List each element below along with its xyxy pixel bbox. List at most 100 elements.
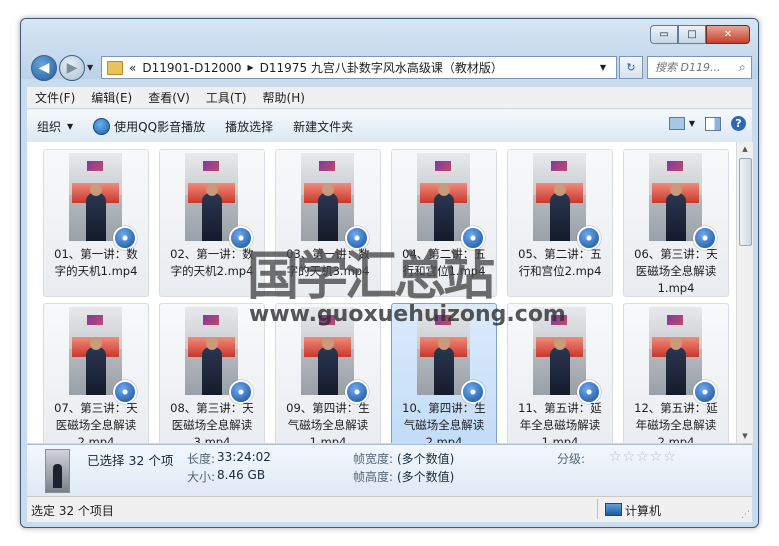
video-thumbnail — [417, 307, 470, 395]
video-thumbnail — [69, 307, 122, 395]
file-name-line: 07、第三讲：天 — [54, 401, 138, 415]
breadcrumb-separator-icon[interactable]: ▶ — [248, 63, 254, 72]
file-item[interactable]: 07、第三讲：天 医磁场全息解读 2.mp4 — [43, 303, 149, 443]
file-name-line: 2.mp4 — [425, 435, 463, 443]
file-name: 01、第一讲：数 字的天机1.mp4 — [46, 246, 146, 280]
file-item[interactable]: 02、第一讲：数 字的天机2.mp4 — [159, 149, 265, 297]
search-box[interactable]: ⌕ — [647, 56, 752, 79]
file-item[interactable]: 03、第一讲：数 字的天机3.mp4 — [275, 149, 381, 297]
play-with-qq-button[interactable]: 使用QQ影音播放 — [83, 117, 215, 135]
size-label: 大小: — [187, 470, 216, 484]
search-icon[interactable]: ⌕ — [739, 60, 746, 75]
status-divider — [597, 499, 598, 519]
help-button[interactable]: ? — [731, 116, 746, 131]
organize-button[interactable]: 组织 ▼ — [27, 118, 83, 135]
breadcrumb-item[interactable]: D11901-D12000 — [142, 61, 241, 75]
menu-bar: 文件(F) 编辑(E) 查看(V) 工具(T) 帮助(H) — [27, 87, 752, 108]
length-label: 长度: — [187, 452, 216, 466]
resize-grip-icon[interactable]: ⋰ — [741, 510, 750, 520]
close-button[interactable]: ✕ — [706, 25, 750, 44]
qq-player-icon — [93, 117, 111, 135]
length-value: 33:24:02 — [217, 450, 271, 464]
folder-icon — [107, 60, 123, 75]
menu-tools[interactable]: 工具(T) — [198, 89, 255, 106]
file-name-line: 08、第三讲：天 — [170, 401, 254, 415]
computer-icon — [605, 503, 622, 516]
preview-pane-icon[interactable] — [705, 116, 721, 131]
address-overflow-chevron[interactable]: « — [129, 61, 136, 75]
file-item[interactable]: 08、第三讲：天 医磁场全息解读 3.mp4 — [159, 303, 265, 443]
play-selection-button[interactable]: 播放选择 — [215, 118, 283, 135]
refresh-button[interactable]: ↻ — [619, 56, 643, 79]
forward-button[interactable]: ▶ — [59, 55, 85, 81]
file-name-line: 年全息磁场解读 — [519, 418, 601, 432]
rating-stars-icon[interactable]: ☆☆☆☆☆ — [609, 449, 677, 465]
menu-view[interactable]: 查看(V) — [140, 89, 198, 106]
scroll-down-icon[interactable]: ▼ — [737, 429, 753, 443]
file-item[interactable]: 01、第一讲：数 字的天机1.mp4 — [43, 149, 149, 297]
menu-file[interactable]: 文件(F) — [27, 89, 83, 106]
frame-height-label: 帧高度: — [353, 470, 394, 484]
view-dropdown-icon[interactable]: ▼ — [689, 119, 695, 128]
file-name-line: 行和宫位1.mp4 — [402, 264, 486, 278]
file-name: 11、第五讲：延 年全息磁场解读 1.mp4 — [510, 400, 610, 443]
search-input[interactable] — [653, 60, 737, 75]
file-name-line: 3.mp4 — [193, 435, 231, 443]
toolbar-right: ▼ ? — [659, 116, 746, 131]
breadcrumb-item[interactable]: D11975 九宫八卦数字风水高级课（教材版） — [260, 59, 503, 76]
recent-pages-dropdown-icon[interactable]: ▼ — [87, 63, 93, 72]
address-bar[interactable]: « D11901-D12000 ▶ D11975 九宫八卦数字风水高级课（教材版… — [101, 56, 617, 79]
file-name: 03、第一讲：数 字的天机3.mp4 — [278, 246, 378, 280]
new-folder-button[interactable]: 新建文件夹 — [283, 118, 363, 135]
scroll-thumb[interactable] — [739, 158, 752, 246]
menu-help[interactable]: 帮助(H) — [255, 89, 313, 106]
file-item[interactable]: 11、第五讲：延 年全息磁场解读 1.mp4 — [507, 303, 613, 443]
file-name-line: 气磁场全息解读 — [287, 418, 369, 432]
frame-width-label: 帧宽度: — [353, 452, 394, 466]
vertical-scrollbar[interactable]: ▲ ▼ — [736, 142, 753, 443]
file-name: 06、第三讲：天 医磁场全息解读 1.mp4 — [626, 246, 726, 297]
file-name: 04、第二讲：五 行和宫位1.mp4 — [394, 246, 494, 280]
video-thumbnail — [649, 153, 702, 241]
organize-label: 组织 — [37, 119, 62, 134]
file-name-line: 字的天机3.mp4 — [286, 264, 370, 278]
file-name-line: 年磁场全息解读 — [635, 418, 717, 432]
details-pane: 已选择 32 个项 长度: 33:24:02 大小: 8.46 GB 帧宽度: … — [27, 444, 752, 496]
video-thumbnail — [185, 307, 238, 395]
file-name-line: 01、第一讲：数 — [54, 247, 138, 261]
status-bar: 选定 32 个项目 计算机 ⋰ — [27, 496, 752, 522]
file-name-line: 02、第一讲：数 — [170, 247, 254, 261]
file-name: 02、第一讲：数 字的天机2.mp4 — [162, 246, 262, 280]
address-dropdown-icon[interactable]: ▼ — [600, 63, 606, 72]
file-item[interactable]: 05、第二讲：五 行和宫位2.mp4 — [507, 149, 613, 297]
file-item[interactable]: 04、第二讲：五 行和宫位1.mp4 — [391, 149, 497, 297]
video-thumbnail — [301, 307, 354, 395]
file-name: 09、第四讲：生 气磁场全息解读 1.mp4 — [278, 400, 378, 443]
file-name-line: 03、第一讲：数 — [286, 247, 370, 261]
change-view-icon[interactable] — [668, 117, 685, 130]
file-item[interactable]: 09、第四讲：生 气磁场全息解读 1.mp4 — [275, 303, 381, 443]
selected-count: 已选择 32 个项 — [87, 453, 174, 468]
file-name-line: 12、第五讲：延 — [634, 401, 718, 415]
scroll-up-icon[interactable]: ▲ — [737, 142, 753, 156]
file-name-line: 04、第二讲：五 — [402, 247, 486, 261]
maximize-button[interactable]: □ — [678, 25, 706, 44]
video-thumbnail — [649, 307, 702, 395]
file-item[interactable]: 10、第四讲：生 气磁场全息解读 2.mp4 — [391, 303, 497, 443]
menu-edit[interactable]: 编辑(E) — [83, 89, 140, 106]
file-item[interactable]: 06、第三讲：天 医磁场全息解读 1.mp4 — [623, 149, 729, 297]
video-thumbnail — [533, 153, 586, 241]
file-name-line: 气磁场全息解读 — [403, 418, 485, 432]
video-thumbnail — [533, 307, 586, 395]
file-name-line: 11、第五讲：延 — [518, 401, 602, 415]
minimize-button[interactable]: ▭ — [650, 25, 678, 44]
file-name: 07、第三讲：天 医磁场全息解读 2.mp4 — [46, 400, 146, 443]
back-button[interactable]: ◀ — [31, 55, 57, 81]
video-thumbnail — [417, 153, 470, 241]
file-grid: 01、第一讲：数 字的天机1.mp4 02、第一讲：数 字的天机2.mp4 03、第一讲… — [43, 149, 729, 443]
file-name-line: 医磁场全息解读 — [171, 418, 253, 432]
file-name-line: 字的天机2.mp4 — [170, 264, 254, 278]
file-name-line: 2.mp4 — [77, 435, 115, 443]
file-name-line: 医磁场全息解读 — [55, 418, 137, 432]
file-item[interactable]: 12、第五讲：延 年磁场全息解读 2.mp4 — [623, 303, 729, 443]
